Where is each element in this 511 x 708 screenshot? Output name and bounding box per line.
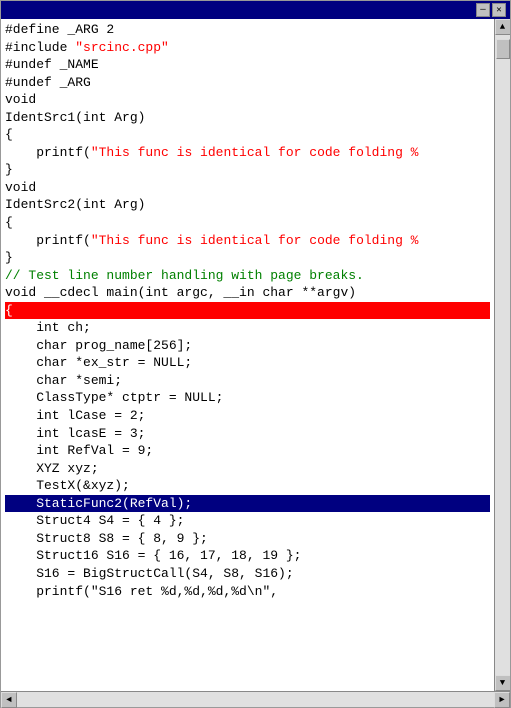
scroll-track[interactable] — [495, 35, 510, 675]
hscroll-track[interactable] — [17, 692, 494, 707]
title-bar-controls: ─ ✕ — [476, 3, 506, 17]
code-line: #undef _ARG — [5, 74, 490, 92]
vertical-scrollbar[interactable]: ▲ ▼ — [494, 19, 510, 691]
code-line: int lcasE = 3; — [5, 425, 490, 443]
code-line: int RefVal = 9; — [5, 442, 490, 460]
code-line: char *ex_str = NULL; — [5, 354, 490, 372]
code-line: void — [5, 179, 490, 197]
code-line: printf("S16 ret %d,%d,%d,%d\n", — [5, 583, 490, 601]
code-line: ClassType* ctptr = NULL; — [5, 389, 490, 407]
code-line: IdentSrc1(int Arg) — [5, 109, 490, 127]
code-line: Struct8 S8 = { 8, 9 }; — [5, 530, 490, 548]
close-button[interactable]: ✕ — [492, 3, 506, 17]
minimize-button[interactable]: ─ — [476, 3, 490, 17]
code-line: #define _ARG 2 — [5, 21, 490, 39]
scroll-down-button[interactable]: ▼ — [495, 675, 511, 691]
code-line: int lCase = 2; — [5, 407, 490, 425]
code-line: printf("This func is identical for code … — [5, 144, 490, 162]
code-line: Struct4 S4 = { 4 }; — [5, 512, 490, 530]
editor-container: #define _ARG 2#include "srcinc.cpp"#unde… — [1, 19, 510, 691]
scroll-left-button[interactable]: ◄ — [1, 692, 17, 708]
code-line: char *semi; — [5, 372, 490, 390]
main-window: ─ ✕ #define _ARG 2#include "srcinc.cpp"#… — [0, 0, 511, 708]
code-line: char prog_name[256]; — [5, 337, 490, 355]
code-line: IdentSrc2(int Arg) — [5, 196, 490, 214]
code-line: #include "srcinc.cpp" — [5, 39, 490, 57]
scroll-right-button[interactable]: ► — [494, 692, 510, 708]
scroll-up-button[interactable]: ▲ — [495, 19, 511, 35]
code-line: } — [5, 161, 490, 179]
code-line: { — [5, 214, 490, 232]
code-line: S16 = BigStructCall(S4, S8, S16); — [5, 565, 490, 583]
title-bar: ─ ✕ — [1, 1, 510, 19]
code-line: void — [5, 91, 490, 109]
code-line: TestX(&xyz); — [5, 477, 490, 495]
code-line: XYZ xyz; — [5, 460, 490, 478]
code-line: { — [5, 302, 490, 320]
horizontal-scrollbar[interactable]: ◄ ► — [1, 691, 510, 707]
code-line: #undef _NAME — [5, 56, 490, 74]
code-line: StaticFunc2(RefVal); — [5, 495, 490, 513]
code-line: Struct16 S16 = { 16, 17, 18, 19 }; — [5, 547, 490, 565]
code-line: void __cdecl main(int argc, __in char **… — [5, 284, 490, 302]
code-area[interactable]: #define _ARG 2#include "srcinc.cpp"#unde… — [1, 19, 494, 691]
code-line: } — [5, 249, 490, 267]
scroll-thumb[interactable] — [496, 39, 510, 59]
code-content: #define _ARG 2#include "srcinc.cpp"#unde… — [5, 21, 490, 600]
code-line: int ch; — [5, 319, 490, 337]
code-line: printf("This func is identical for code … — [5, 232, 490, 250]
code-line: // Test line number handling with page b… — [5, 267, 490, 285]
code-line: { — [5, 126, 490, 144]
